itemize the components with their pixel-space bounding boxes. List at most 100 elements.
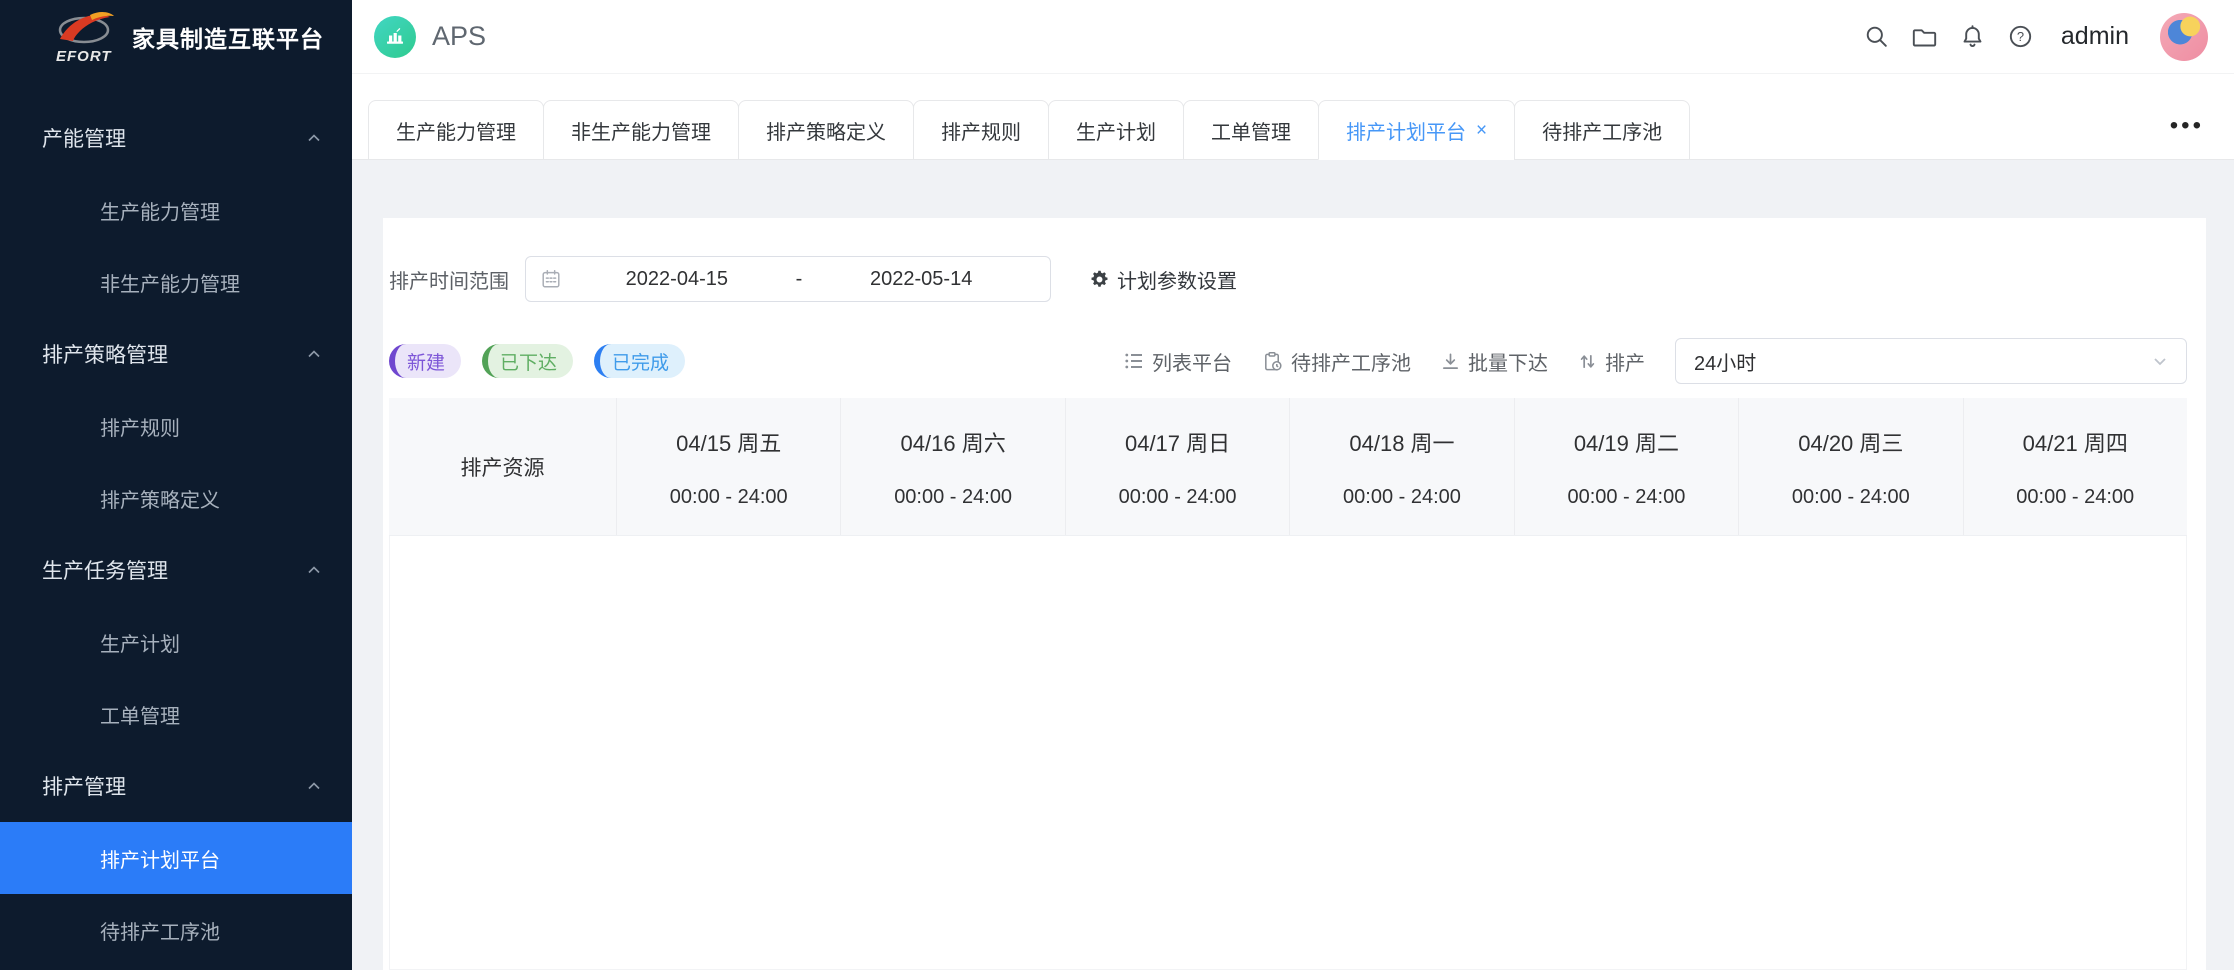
start-date-value[interactable]: 2022-04-15: [562, 268, 792, 291]
list-platform-button[interactable]: 列表平台: [1124, 347, 1232, 376]
action-label: 待排产工序池: [1291, 347, 1411, 376]
action-label: 排产: [1605, 347, 1645, 376]
search-icon[interactable]: [1863, 23, 1890, 50]
sidebar-item-production-capacity[interactable]: 生产能力管理: [0, 174, 352, 246]
date-range-label: 排产时间范围: [389, 265, 509, 294]
header-actions: ? admin: [1863, 13, 2208, 61]
tab-production-plan[interactable]: 生产计划: [1048, 100, 1184, 160]
legend-label: 已下达: [500, 348, 557, 375]
column-date: 04/18 周一: [1349, 426, 1454, 458]
day-column-header: 04/18 周一 00:00 - 24:00: [1289, 398, 1513, 535]
day-column-header: 04/16 周六 00:00 - 24:00: [840, 398, 1064, 535]
sidebar-item-scheduling-rules[interactable]: 排产规则: [0, 390, 352, 462]
item-label: 工单管理: [100, 700, 180, 729]
tabs-more-icon[interactable]: •••: [2170, 112, 2204, 140]
bell-icon[interactable]: [1959, 23, 1986, 50]
tab-non-production-capacity[interactable]: 非生产能力管理: [543, 100, 739, 160]
sidebar-section-scheduling[interactable]: 排产管理: [0, 750, 352, 822]
legend-badge-issued: 已下达: [482, 344, 573, 378]
item-label: 待排产工序池: [100, 916, 220, 945]
column-time: 00:00 - 24:00: [1119, 486, 1237, 509]
interval-select[interactable]: 24小时: [1675, 338, 2187, 384]
tab-production-capacity[interactable]: 生产能力管理: [368, 100, 544, 160]
column-time: 00:00 - 24:00: [1792, 486, 1910, 509]
sidebar-item-production-plan[interactable]: 生产计划: [0, 606, 352, 678]
action-label: 批量下达: [1468, 347, 1548, 376]
chevron-up-icon: [304, 560, 324, 580]
item-label: 排产规则: [100, 412, 180, 441]
legend-toolbar-row: 新建 已下达 已完成 列表平台: [389, 338, 2187, 384]
tab-label: 工单管理: [1211, 116, 1291, 145]
platform-title: 家具制造互联平台: [132, 20, 324, 54]
date-range-picker[interactable]: 2022-04-15 - 2022-05-14: [525, 256, 1051, 302]
sidebar-section-strategy[interactable]: 排产策略管理: [0, 318, 352, 390]
folder-icon[interactable]: [1911, 23, 1938, 50]
tab-label: 生产能力管理: [396, 116, 516, 145]
tab-label: 排产规则: [941, 116, 1021, 145]
sidebar-section-tasks[interactable]: 生产任务管理: [0, 534, 352, 606]
column-date: 04/21 周四: [2023, 426, 2128, 458]
tab-scheduling-platform[interactable]: 排产计划平台 ×: [1318, 100, 1515, 160]
column-date: 04/16 周六: [901, 426, 1006, 458]
column-date: 04/15 周五: [676, 426, 781, 458]
username[interactable]: admin: [2061, 22, 2129, 51]
end-date-value[interactable]: 2022-05-14: [806, 268, 1036, 291]
sidebar-item-work-orders[interactable]: 工单管理: [0, 678, 352, 750]
tab-scheduling-rules[interactable]: 排产规则: [913, 100, 1049, 160]
sidebar-menu: 产能管理 生产能力管理 非生产能力管理 排产策略管理 排产规则 排产策略定义 生…: [0, 74, 352, 966]
column-time: 00:00 - 24:00: [2016, 486, 2134, 509]
legend-badge-new: 新建: [389, 344, 461, 378]
sidebar-section-capacity[interactable]: 产能管理: [0, 102, 352, 174]
item-label: 生产能力管理: [100, 196, 220, 225]
section-label: 生产任务管理: [42, 555, 168, 585]
batch-release-button[interactable]: 批量下达: [1441, 347, 1548, 376]
schedule-table: 排产资源 04/15 周五 00:00 - 24:00 04/16 周六 00:…: [389, 398, 2187, 970]
column-date: 04/19 周二: [1574, 426, 1679, 458]
chevron-up-icon: [304, 128, 324, 148]
aps-app-icon: [374, 16, 416, 58]
tab-strategy-definition[interactable]: 排产策略定义: [738, 100, 914, 160]
column-time: 00:00 - 24:00: [1567, 486, 1685, 509]
top-header: APS ? admin: [352, 0, 2234, 74]
column-date: 04/20 周三: [1798, 426, 1903, 458]
item-label: 排产计划平台: [100, 844, 220, 873]
schedule-button[interactable]: 排产: [1578, 347, 1645, 376]
tab-work-orders[interactable]: 工单管理: [1183, 100, 1319, 160]
sort-arrows-icon: [1578, 352, 1597, 371]
filter-row: 排产时间范围 2022-04-15 - 2022-05-14: [389, 256, 2187, 302]
content-card: 排产时间范围 2022-04-15 - 2022-05-14: [383, 218, 2206, 970]
date-separator: -: [792, 268, 807, 291]
sidebar-item-pending-process-pool[interactable]: 待排产工序池: [0, 894, 352, 966]
sidebar-logo: EFORT 家具制造互联平台: [0, 0, 352, 74]
chevron-up-icon: [304, 776, 324, 796]
section-label: 排产策略管理: [42, 339, 168, 369]
day-column-header: 04/15 周五 00:00 - 24:00: [616, 398, 840, 535]
sidebar-item-scheduling-platform[interactable]: 排产计划平台: [0, 822, 352, 894]
clipboard-clock-icon: [1262, 351, 1283, 372]
tab-bar: 生产能力管理 非生产能力管理 排产策略定义 排产规则 生产计划 工单管理 排产计…: [352, 74, 2234, 160]
download-icon: [1441, 352, 1460, 371]
chevron-up-icon: [304, 344, 324, 364]
legend-label: 新建: [407, 348, 445, 375]
pending-process-pool-button[interactable]: 待排产工序池: [1262, 347, 1411, 376]
sidebar-item-strategy-definition[interactable]: 排产策略定义: [0, 462, 352, 534]
page-title: APS: [432, 21, 486, 52]
day-column-header: 04/19 周二 00:00 - 24:00: [1514, 398, 1738, 535]
calendar-icon: [540, 268, 562, 290]
tab-pending-process-pool[interactable]: 待排产工序池: [1514, 100, 1690, 160]
item-label: 生产计划: [100, 628, 180, 657]
tab-label: 生产计划: [1076, 116, 1156, 145]
list-icon: [1124, 351, 1144, 371]
close-icon[interactable]: ×: [1476, 121, 1487, 140]
avatar[interactable]: [2160, 13, 2208, 61]
sidebar-item-non-production-capacity[interactable]: 非生产能力管理: [0, 246, 352, 318]
column-date: 04/17 周日: [1125, 426, 1230, 458]
table-toolbar: 列表平台 待排产工序池: [1124, 338, 2187, 384]
tab-label: 待排产工序池: [1542, 116, 1662, 145]
tab-label: 非生产能力管理: [571, 116, 711, 145]
svg-text:?: ?: [2017, 29, 2024, 44]
gear-icon: [1089, 269, 1110, 290]
schedule-table-body[interactable]: [389, 536, 2187, 970]
help-icon[interactable]: ?: [2007, 23, 2034, 50]
plan-parameter-settings-button[interactable]: 计划参数设置: [1089, 265, 1237, 294]
